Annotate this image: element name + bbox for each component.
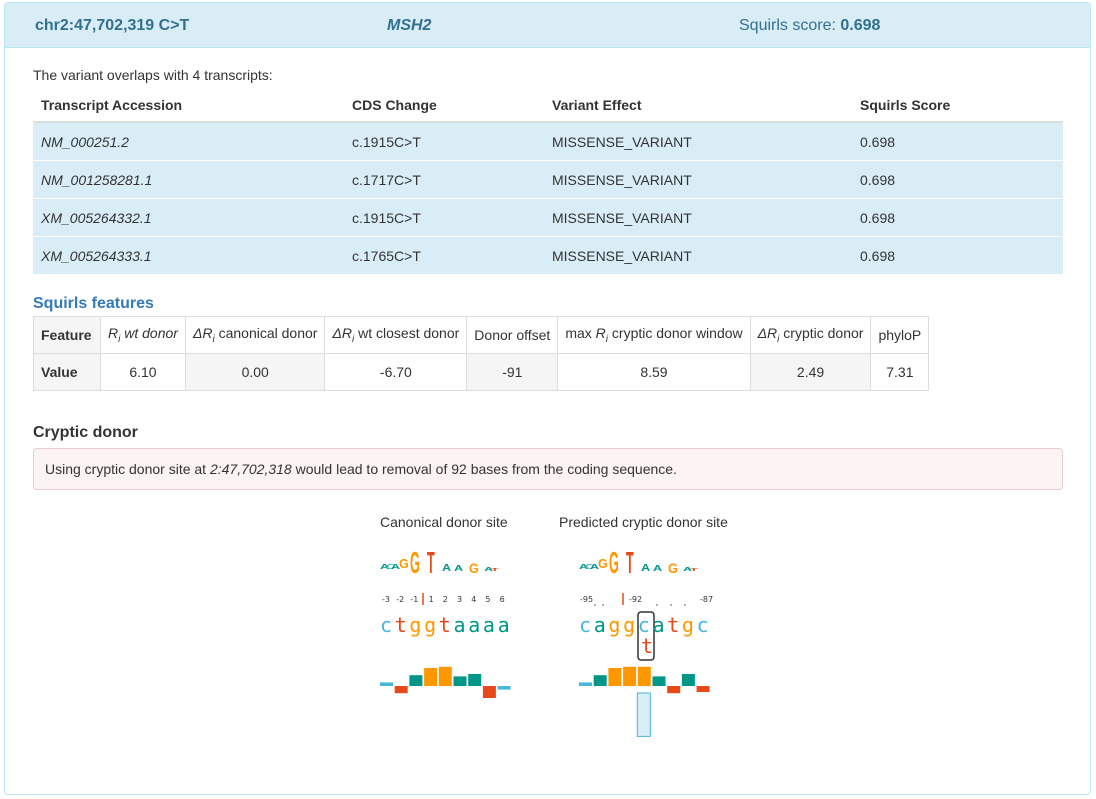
score-bar — [482, 686, 496, 698]
variant-panel: chr2:47,702,319 C>T MSH2 Squirls score: … — [4, 2, 1091, 795]
cryptic-sequence-base: c — [697, 613, 709, 637]
score-bar — [637, 666, 651, 686]
canonical-sequence-base: g — [409, 613, 421, 637]
position-tick: 4 — [471, 595, 476, 604]
canonical-sequence-base: a — [498, 613, 510, 637]
canonical-sequence-base: a — [483, 613, 495, 637]
score-bar — [681, 674, 695, 686]
logo-letter: G — [469, 560, 479, 576]
donor-site-figures: ACAG G T A A G AT-3 -2 -1 1 2 3 4 5 6c t g g t a a a a ACAG G T A… — [380, 546, 713, 737]
cryptic-sequence-base: g — [608, 613, 620, 637]
position-tick: -92 — [629, 595, 642, 604]
canonical-sequence-base: g — [424, 613, 436, 637]
cryptic-sequence-base: a — [653, 613, 665, 637]
cryptic-donor-figure: ACAG G T A A G AT-95 -92 -87c a g g c a t g ct — [579, 546, 713, 737]
logo-letter: A — [641, 563, 650, 573]
score-bar — [623, 666, 637, 686]
score-bar — [593, 675, 607, 686]
position-dot — [594, 604, 596, 606]
position-tick: 3 — [457, 595, 462, 604]
logo-letter: G — [399, 557, 409, 571]
position-tick: -2 — [396, 595, 404, 604]
alt-base: t — [641, 634, 653, 658]
logo-letter: T — [626, 546, 634, 580]
score-bar — [453, 676, 467, 686]
cryptic-sequence-base: t — [667, 613, 679, 637]
position-tick: -3 — [382, 595, 390, 604]
logo-letter: T — [427, 546, 435, 580]
position-tick: 1 — [429, 595, 434, 604]
score-bar — [579, 682, 592, 686]
position-dot — [670, 604, 672, 606]
alt-score-bar — [636, 692, 651, 737]
score-bar — [394, 686, 408, 694]
score-bar — [380, 682, 393, 686]
canonical-donor-figure: ACAG G T A A G AT-3 -2 -1 1 2 3 4 5 6c t g g t a a a a — [380, 546, 511, 698]
logo-letter: G — [609, 546, 619, 580]
score-bar — [468, 674, 482, 686]
logo-letter: G — [598, 557, 608, 571]
score-bar — [424, 668, 438, 686]
position-tick: -87 — [700, 595, 713, 604]
logo-letter: A — [442, 563, 451, 573]
position-tick: -1 — [410, 595, 418, 604]
score-bar — [409, 675, 423, 686]
score-bar — [667, 686, 681, 694]
position-dot — [656, 604, 658, 606]
score-bar — [497, 686, 511, 690]
position-dot — [684, 604, 686, 606]
cryptic-sequence-base: g — [623, 613, 635, 637]
logo-letter: G — [668, 560, 678, 576]
score-bar — [608, 668, 622, 686]
canonical-sequence-base: a — [468, 613, 480, 637]
cryptic-sequence-base: a — [594, 613, 606, 637]
logo-letter: G — [410, 546, 420, 580]
logo-letter: A — [653, 564, 662, 573]
canonical-sequence-base: t — [439, 613, 451, 637]
cryptic-sequence-base: g — [682, 613, 694, 637]
score-bar — [652, 676, 666, 686]
canonical-sequence-base: c — [380, 613, 392, 637]
position-tick: 2 — [443, 595, 448, 604]
logo-letter: A — [454, 564, 463, 573]
position-tick: -95 — [580, 595, 593, 604]
score-bar — [438, 666, 452, 686]
canonical-sequence-base: t — [395, 613, 407, 637]
score-bar — [696, 686, 710, 692]
logo-letter: T — [491, 567, 499, 572]
position-tick: 5 — [485, 595, 490, 604]
cryptic-sequence-base: c — [579, 613, 591, 637]
logo-letter: T — [690, 567, 698, 572]
canonical-sequence-base: a — [454, 613, 466, 637]
position-tick: 6 — [500, 595, 505, 604]
position-dot — [602, 604, 604, 606]
